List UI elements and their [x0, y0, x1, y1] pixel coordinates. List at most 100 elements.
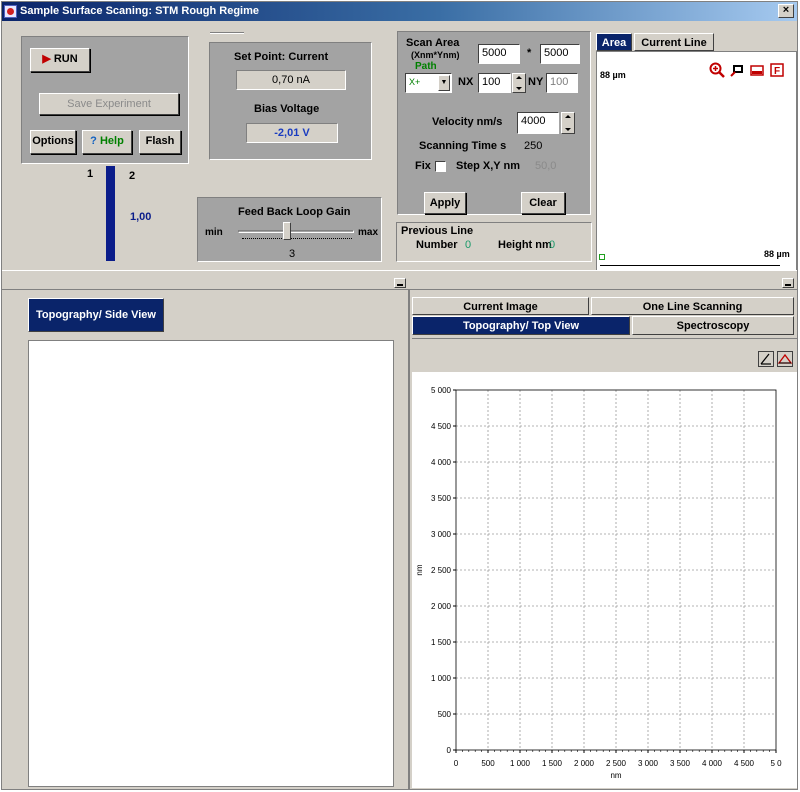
close-button[interactable]: ×: [778, 4, 794, 18]
setpoint-panel: Set Point: Current 0,70 nA Bias Voltage …: [209, 42, 372, 160]
topography-chart: 0 500 1 000 1 500 2 000 2 500 3 000 3 500 4 000 4…: [415, 386, 782, 780]
y-tick-label: 3 000: [431, 530, 452, 539]
select-area-icon[interactable]: [749, 62, 765, 78]
minimize-right-button[interactable]: [782, 278, 794, 288]
flash-button[interactable]: Flash: [139, 130, 181, 154]
scanning-time-label: Scanning Time s: [419, 140, 507, 152]
help-label: Help: [99, 135, 124, 147]
flag-icon[interactable]: F: [769, 62, 785, 78]
feedback-slider-ticks: [242, 238, 352, 241]
tab-spectroscopy[interactable]: Spectroscopy: [632, 316, 794, 335]
y-tick-label: 0: [447, 746, 452, 755]
nx-input[interactable]: 100: [478, 73, 511, 93]
x-tick-label: 4 500: [734, 759, 755, 768]
step-value: 50,0: [535, 160, 557, 172]
scan-x-input[interactable]: 5000: [478, 44, 520, 64]
y-tick-label: 2 000: [431, 602, 452, 611]
tab-current-line[interactable]: Current Line: [634, 33, 714, 51]
x-tick-label: 2 500: [606, 759, 627, 768]
indicator-bar: [106, 166, 115, 261]
scan-y-input[interactable]: 5000: [540, 44, 580, 64]
x-tick-label: 0: [454, 759, 459, 768]
y-tick-label: 500: [438, 710, 452, 719]
svg-text:F: F: [774, 66, 780, 77]
y-tick-label: 2 500: [431, 566, 452, 575]
velocity-input[interactable]: 4000: [517, 112, 559, 134]
scan-origin-marker: [599, 254, 605, 260]
scan-area-label: Scan Area: [406, 37, 460, 49]
y-axis-label: nm: [415, 564, 424, 575]
tabs-separator: [412, 338, 797, 339]
feedback-value: 3: [289, 248, 296, 260]
feedback-min-label: min: [205, 227, 223, 238]
pan-icon[interactable]: [729, 62, 745, 78]
main-window: Sample Surface Scaning: STM Rough Regime…: [1, 1, 798, 790]
ny-input[interactable]: 100: [546, 73, 578, 93]
path-select[interactable]: X+ ▼: [405, 73, 452, 93]
profile-icon[interactable]: [777, 351, 793, 367]
velocity-label: Velocity nm/s: [432, 116, 503, 128]
divider: [210, 32, 244, 34]
feedback-title: Feed Back Loop Gain: [238, 206, 351, 218]
x-tick-label: 3 000: [638, 759, 659, 768]
y-tick-label: 1 500: [431, 638, 452, 647]
nx-stepper[interactable]: [512, 73, 526, 93]
options-button[interactable]: Options: [30, 130, 76, 154]
play-icon: ▶: [42, 53, 51, 65]
x-tick-label: 4 000: [702, 759, 723, 768]
indicator-tick-1: 1: [87, 168, 94, 180]
path-label: Path: [415, 61, 437, 72]
indicator-value: 1,00: [130, 211, 152, 223]
help-button[interactable]: ? Help: [82, 130, 132, 154]
help-icon: ?: [90, 135, 97, 147]
bias-title: Bias Voltage: [254, 103, 320, 115]
number-value: 0: [465, 239, 472, 251]
bias-value: -2,01 V: [246, 123, 338, 143]
title-bar: Sample Surface Scaning: STM Rough Regime…: [2, 2, 797, 21]
save-experiment-button[interactable]: Save Experiment: [39, 93, 179, 115]
tab-one-line-scanning[interactable]: One Line Scanning: [591, 297, 794, 315]
tab-area[interactable]: Area: [596, 33, 632, 51]
tab-topography-side-view[interactable]: Topography/ Side View: [28, 298, 164, 332]
scanning-time-value: 250: [524, 140, 543, 152]
feedback-slider-thumb[interactable]: [283, 222, 292, 240]
times-label: *: [527, 47, 532, 59]
top-view-chart-area: 0 500 1 000 1 500 2 000 2 500 3 000 3 500 4 000 4…: [412, 372, 797, 788]
scan-panel: Scan Area (Xnm*Ynm) 5000 * 5000 Path X+ …: [397, 31, 591, 215]
tab-current-image[interactable]: Current Image: [412, 297, 589, 315]
x-tick-label: 2 000: [574, 759, 595, 768]
x-tick-label: 5 0: [770, 759, 782, 768]
number-label: Number: [416, 239, 458, 251]
chevron-down-icon[interactable]: ▼: [438, 75, 450, 91]
run-label: RUN: [53, 53, 78, 65]
clear-button[interactable]: Clear: [521, 192, 565, 214]
tab-topography-top-view[interactable]: Topography/ Top View: [412, 316, 630, 335]
zoom-in-icon[interactable]: [709, 62, 725, 78]
window-title: Sample Surface Scaning: STM Rough Regime: [20, 5, 259, 17]
vertical-divider: [408, 290, 410, 790]
y-tick-label: 4 500: [431, 422, 452, 431]
height-label: Height nm: [498, 239, 552, 251]
minimize-left-button[interactable]: [394, 278, 406, 288]
nx-label: NX: [458, 76, 474, 88]
x-axis-label: nm: [610, 771, 621, 780]
feedback-slider-track[interactable]: [238, 230, 354, 233]
step-label: Step X,Y nm: [456, 160, 520, 172]
slope-icon[interactable]: [758, 351, 774, 367]
x-tick-label: 1 500: [542, 759, 563, 768]
area-top-label: 88 µm: [600, 70, 626, 80]
velocity-stepper[interactable]: [561, 112, 575, 134]
scan-area-unit: (Xnm*Ynm): [411, 50, 460, 60]
area-axis-line: [600, 265, 780, 266]
run-button[interactable]: ▶ RUN: [30, 48, 90, 72]
fix-checkbox[interactable]: [435, 161, 446, 172]
height-value: 0: [549, 239, 556, 251]
x-tick-label: 3 500: [670, 759, 691, 768]
apply-button[interactable]: Apply: [424, 192, 466, 214]
fix-label: Fix: [415, 160, 431, 172]
y-tick-label: 1 000: [431, 674, 452, 683]
path-value: X+: [409, 77, 421, 87]
indicator-tick-2: 2: [129, 170, 136, 182]
previous-line-label: Previous Line: [401, 225, 474, 237]
app-icon: [4, 5, 17, 18]
